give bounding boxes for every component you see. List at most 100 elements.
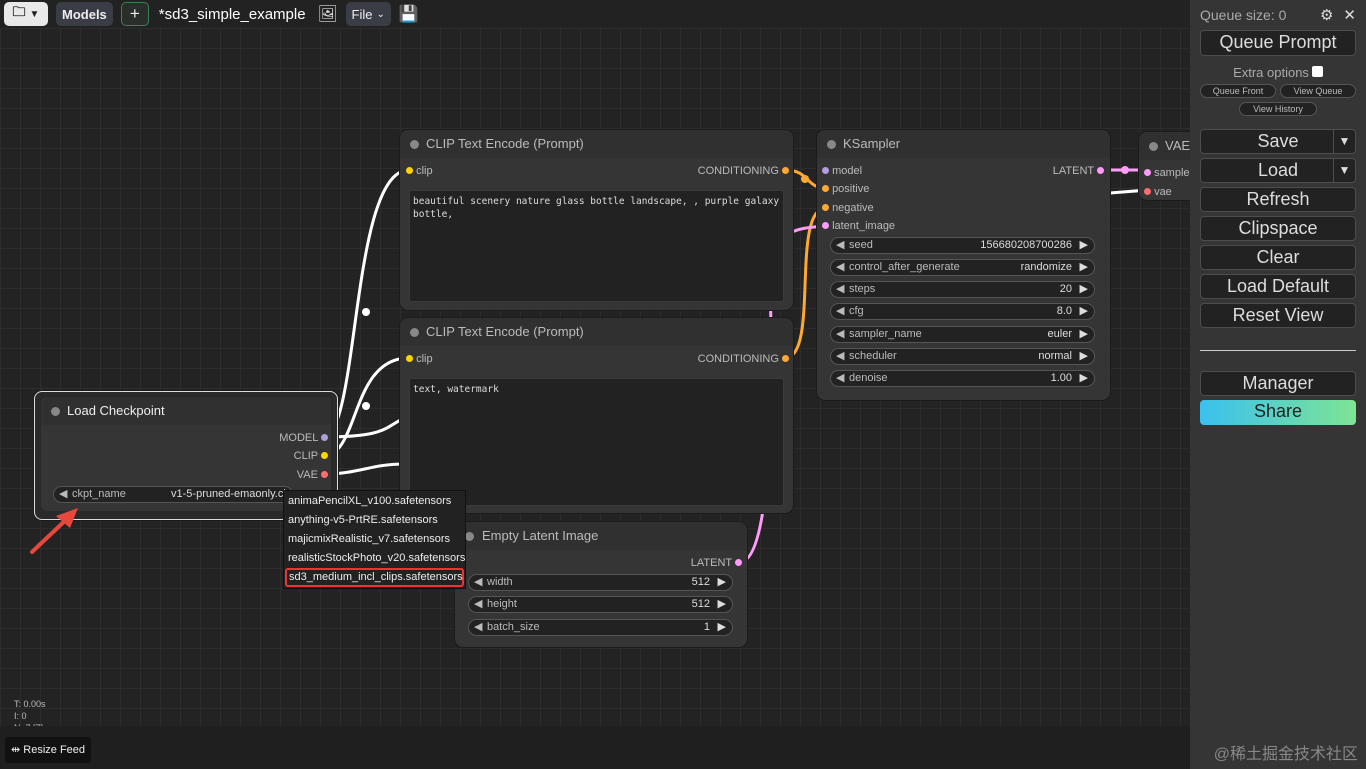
node-collapse-dot[interactable]: [465, 532, 474, 541]
sampler-name-widget[interactable]: ◀ sampler_name euler ▶: [830, 326, 1095, 343]
cfg-widget[interactable]: ◀ cfg 8.0 ▶: [830, 303, 1095, 320]
widget-label: sampler_name: [849, 328, 922, 340]
chevron-down-icon[interactable]: ▼: [1333, 130, 1355, 153]
vae-input-slot[interactable]: vae: [1144, 185, 1172, 199]
dropdown-option[interactable]: majicmixRealistic_v7.safetensors: [284, 530, 465, 549]
conditioning-output-slot[interactable]: CONDITIONING: [698, 164, 789, 178]
watermark-text: @稀土掘金技术社区: [1213, 746, 1358, 763]
refresh-button[interactable]: Refresh: [1200, 187, 1356, 212]
node-collapse-dot[interactable]: [827, 140, 836, 149]
reset-view-button[interactable]: Reset View: [1200, 303, 1356, 328]
stat-iterations: I: 0: [14, 711, 27, 721]
dropdown-option[interactable]: animaPencilXL_v100.safetensors: [284, 492, 465, 511]
slot-label: samples: [1154, 167, 1190, 179]
chevron-down-icon[interactable]: ▼: [1333, 159, 1355, 182]
dropdown-option-highlighted[interactable]: sd3_medium_incl_clips.safetensors: [285, 568, 464, 587]
add-workflow-button[interactable]: +: [120, 2, 149, 26]
slot-label: clip: [416, 353, 433, 365]
ckpt-name-widget[interactable]: ◀ ckpt_name v1-5-pruned-emaonly.ckpt: [53, 486, 293, 503]
latent-output-slot[interactable]: LATENT: [1053, 164, 1104, 178]
vae-output-slot[interactable]: VAE: [297, 468, 328, 482]
model-input-slot[interactable]: model: [822, 164, 862, 178]
samples-input-slot[interactable]: samples: [1144, 166, 1190, 180]
bottom-bar: [0, 726, 1190, 769]
widget-label: scheduler: [849, 350, 897, 362]
node-collapse-dot[interactable]: [51, 407, 60, 416]
clip-input-slot[interactable]: clip: [406, 352, 433, 366]
ksampler-node[interactable]: KSampler model positive negative latent_…: [817, 130, 1110, 400]
height-widget[interactable]: ◀ height 512 ▶: [468, 596, 733, 613]
prompt-textarea[interactable]: text, watermark: [409, 378, 784, 506]
load-default-button[interactable]: Load Default: [1200, 274, 1356, 299]
clipspace-button[interactable]: Clipspace: [1200, 216, 1356, 241]
clip-text-encode-negative-node[interactable]: CLIP Text Encode (Prompt) clip CONDITION…: [400, 318, 793, 513]
workflow-title[interactable]: *sd3_simple_example: [159, 6, 306, 23]
widget-label: width: [487, 576, 513, 588]
annotation-arrow-icon: [30, 508, 78, 554]
save-label: Save: [1257, 131, 1299, 151]
prompt-textarea[interactable]: beautiful scenery nature glass bottle la…: [409, 190, 784, 302]
queue-prompt-button[interactable]: Queue Prompt: [1200, 30, 1356, 56]
node-title: CLIP Text Encode (Prompt): [426, 136, 584, 151]
widget-value: 8.0: [1056, 305, 1072, 317]
gear-icon[interactable]: ⚙: [1320, 6, 1333, 24]
dropdown-option[interactable]: anything-v5-PrtRE.safetensors: [284, 511, 465, 530]
clip-text-encode-positive-node[interactable]: CLIP Text Encode (Prompt) clip CONDITION…: [400, 130, 793, 310]
graph-stats: T: 0.00s I: 0 N: 7 [7]: [14, 698, 46, 728]
queue-size-label: Queue size: 0: [1200, 7, 1287, 23]
clip-output-slot[interactable]: CLIP: [294, 449, 328, 463]
widget-value: 512: [691, 598, 710, 610]
save-icon[interactable]: 💾: [399, 4, 419, 24]
denoise-widget[interactable]: ◀ denoise 1.00 ▶: [830, 370, 1095, 387]
slot-label: CONDITIONING: [697, 353, 779, 365]
chevron-down-icon: ▼: [29, 8, 40, 20]
close-icon[interactable]: ✕: [1343, 6, 1356, 24]
width-widget[interactable]: ◀ width 512 ▶: [468, 574, 733, 591]
image-icon[interactable]: 🖼: [318, 4, 338, 24]
node-collapse-dot[interactable]: [410, 328, 419, 337]
scheduler-widget[interactable]: ◀ scheduler normal ▶: [830, 348, 1095, 365]
slot-label: LATENT: [690, 557, 732, 569]
slot-label: clip: [416, 165, 433, 177]
dropdown-option[interactable]: realisticStockPhoto_v20.safetensors: [284, 549, 465, 568]
save-button[interactable]: Save ▼: [1200, 129, 1356, 154]
widget-label: batch_size: [487, 621, 540, 633]
resize-feed-button[interactable]: ⇹ Resize Feed: [5, 737, 92, 763]
steps-widget[interactable]: ◀ steps 20 ▶: [830, 281, 1095, 298]
share-button[interactable]: Share: [1200, 400, 1356, 425]
extra-options-label: Extra options: [1233, 65, 1309, 80]
load-label: Load: [1257, 160, 1299, 180]
seed-widget[interactable]: ◀ seed 156680208700286 ▶: [830, 237, 1095, 254]
control-after-generate-widget[interactable]: ◀ control_after_generate randomize ▶: [830, 259, 1095, 276]
vae-decode-node[interactable]: VAE samples vae: [1139, 132, 1190, 200]
models-button[interactable]: Models: [56, 2, 113, 26]
manager-button[interactable]: Manager: [1200, 371, 1356, 396]
sidebar-divider: [1200, 350, 1356, 351]
node-collapse-dot[interactable]: [1149, 142, 1158, 151]
widget-label: height: [487, 598, 517, 610]
batch-size-widget[interactable]: ◀ batch_size 1 ▶: [468, 619, 733, 636]
node-title: KSampler: [843, 136, 901, 151]
positive-input-slot[interactable]: positive: [822, 182, 869, 196]
clip-input-slot[interactable]: clip: [406, 164, 433, 178]
conditioning-output-slot[interactable]: CONDITIONING: [698, 352, 789, 366]
clear-button[interactable]: Clear: [1200, 245, 1356, 270]
file-menu-button[interactable]: File ⌄: [345, 2, 391, 26]
stat-time: T: 0.00s: [14, 699, 46, 709]
node-collapse-dot[interactable]: [410, 140, 419, 149]
extra-options-checkbox[interactable]: [1311, 66, 1323, 77]
negative-input-slot[interactable]: negative: [822, 201, 874, 215]
slot-label: VAE: [296, 469, 318, 481]
view-queue-button[interactable]: View Queue: [1280, 84, 1356, 98]
latent-image-input-slot[interactable]: latent_image: [822, 219, 895, 233]
load-button[interactable]: Load ▼: [1200, 158, 1356, 183]
view-history-button[interactable]: View History: [1239, 102, 1317, 116]
queue-front-button[interactable]: Queue Front: [1200, 84, 1276, 98]
latent-output-slot[interactable]: LATENT: [691, 556, 742, 570]
widget-label: control_after_generate: [849, 261, 960, 273]
widget-value: 1: [703, 621, 710, 633]
node-title: VAE: [1165, 138, 1191, 153]
model-output-slot[interactable]: MODEL: [279, 431, 328, 445]
folder-menu-button[interactable]: 🗀 ▼: [4, 2, 48, 26]
empty-latent-image-node[interactable]: Empty Latent Image LATENT ◀ width 512 ▶ ◀ he…: [455, 522, 747, 647]
